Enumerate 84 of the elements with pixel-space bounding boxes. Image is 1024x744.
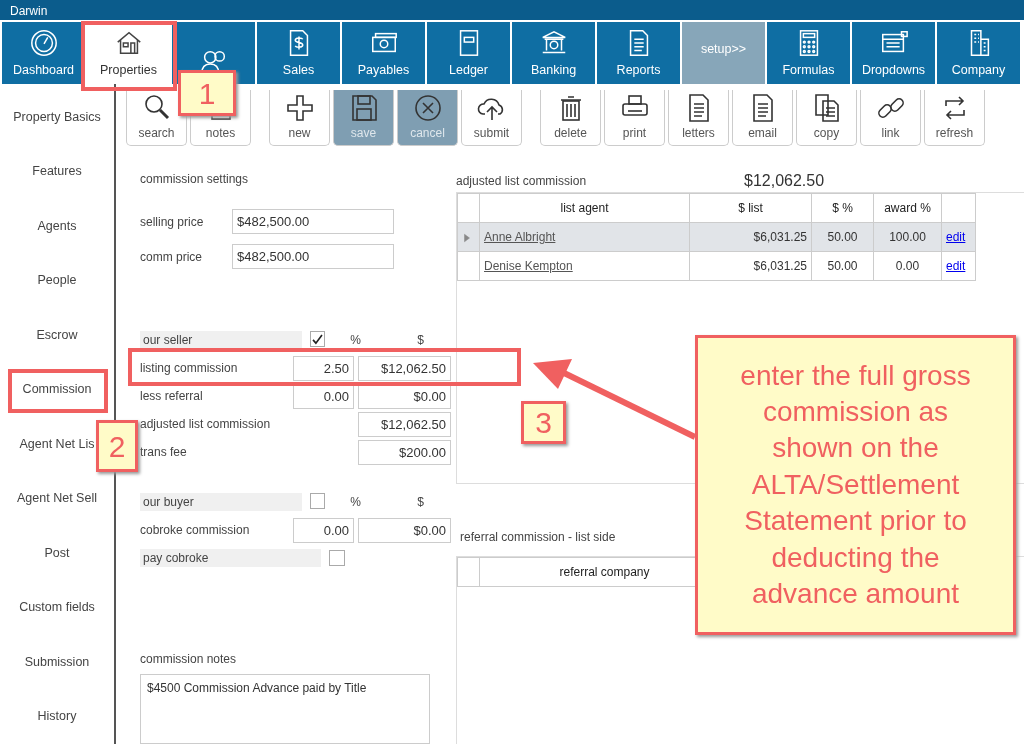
field-label: comm price [140,248,203,266]
toolbar-button[interactable]: new [269,90,330,146]
column-header: $ % [811,193,874,223]
table-row[interactable]: Denise Kempton $6,031.25 50.00 0.00 edit [457,251,976,281]
table-header [457,557,480,587]
sidebar-item[interactable]: Submission [0,635,114,690]
input-field[interactable]: $482,500.00 [232,209,394,234]
field-label: adjusted list commission [140,416,272,433]
section-title: commission settings [140,171,250,188]
column-header: $ list [689,193,812,223]
toolbar-button[interactable]: email [732,90,793,146]
field-label: less referral [140,388,204,405]
checkbox[interactable] [310,331,325,347]
agent-link[interactable]: Denise Kempton [484,259,573,273]
toolbar-button[interactable]: copy [796,90,857,146]
row-pointer-icon [462,232,472,243]
field-label: cobroke commission [140,522,251,539]
nav-tab[interactable]: Banking [512,22,595,84]
sidebar-item[interactable]: People [0,253,114,308]
annotation-tooltip: enter the full gross commission as shown on the ALTA/Settlement Statement prior to deducting the advance amount [695,335,1016,635]
column-header: list agent [479,193,690,223]
field-label: trans fee [140,444,188,461]
table-cell: 50.00 [811,222,874,252]
table-cell: 50.00 [811,251,874,281]
nav-tab[interactable]: Sales [257,22,340,84]
total-amount: $12,062.50 [744,171,825,191]
column-header: $ [416,494,425,511]
sidebar-item[interactable]: Features [0,144,114,199]
nav-tab[interactable]: Formulas [767,22,850,84]
gauge-icon [28,28,59,59]
checkmark-icon [311,332,324,346]
toolbar-button[interactable]: link [860,90,921,146]
nav-tab[interactable]: Company [937,22,1020,84]
checkbox[interactable] [329,550,345,566]
nav-tab[interactable]: Reports [597,22,680,84]
section-title: adjusted list commission [456,173,588,190]
column-header: % [349,332,362,349]
checkbox[interactable] [310,493,325,509]
checkbox-label: our buyer [140,493,303,511]
section-title: referral commission - list side [460,529,616,546]
nav-tab[interactable]: Payables [342,22,425,84]
toolbar-button[interactable]: letters [668,90,729,146]
agent-link[interactable]: Anne Albright [484,230,556,244]
table-cell: $6,031.25 [689,251,812,281]
column-header: % [349,494,362,511]
sidebar-item[interactable]: Escrow [0,308,114,363]
sidebar-item[interactable]: Commission [0,362,114,417]
input-field[interactable]: $12,062.50 [357,411,451,437]
input-field[interactable]: 2.50 [293,355,355,381]
toolbar-button[interactable]: submit [461,90,522,146]
field-label: selling price [140,213,205,231]
field-label: commission notes [140,651,238,668]
nav-tab[interactable]: Dropdowns [852,22,935,84]
notes-field[interactable]: $4500 Commission Advance paid by Title [140,674,430,744]
column-header: $ [416,332,425,349]
toolbar-button[interactable]: delete [540,90,601,146]
table-cell: 100.00 [873,222,942,252]
table-header [457,193,480,223]
checkbox-label: our seller [140,331,302,349]
step-number-tooltip: 2 [96,420,138,472]
toolbar-button[interactable]: refresh [924,90,985,146]
input-field[interactable]: $12,062.50 [358,355,451,381]
sidebar-item[interactable]: Agents [0,199,114,254]
field-label: listing commission [140,360,239,377]
nav-tab[interactable]: Ledger [427,22,510,84]
sidebar-item[interactable]: History [0,689,114,744]
input-field[interactable]: $200.00 [357,439,451,465]
sidebar-item[interactable]: Agent Net Sell [0,471,114,526]
table-header [941,193,976,223]
sidebar-item[interactable]: Custom fields [0,580,114,635]
toolbar-button[interactable]: print [604,90,665,146]
column-header: award % [873,193,942,223]
input-field[interactable]: $482,500.00 [232,244,394,269]
step-number-tooltip: 3 [521,401,566,444]
sidebar-item[interactable]: Post [0,526,114,581]
input-field[interactable]: $0.00 [358,517,451,543]
checkbox-label: pay cobroke [140,549,321,567]
table-cell: $6,031.25 [689,222,812,252]
table-row[interactable]: Anne Albright $6,031.25 50.00 100.00 edit [457,222,976,252]
sidebar-item[interactable]: Property Basics [0,90,114,145]
step-number-tooltip: 1 [178,70,236,116]
table-cell: 0.00 [873,251,942,281]
input-field[interactable]: 0.00 [293,517,355,543]
window-title: Darwin [0,0,1024,20]
